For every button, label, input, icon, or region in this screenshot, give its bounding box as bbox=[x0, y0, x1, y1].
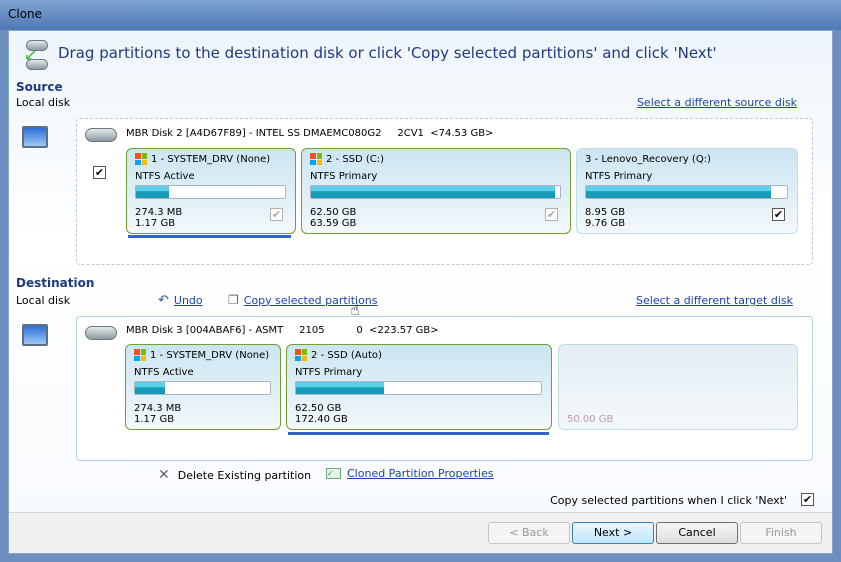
windows-icon bbox=[134, 349, 146, 361]
computer-icon bbox=[22, 126, 48, 148]
source-partition[interactable]: 2 - SSD (C:) NTFS Primary 62.50 GB 63.59 … bbox=[301, 148, 571, 234]
source-partition[interactable]: 1 - SYSTEM_DRV (None) NTFS Active 274.3 … bbox=[126, 148, 296, 234]
source-disk-title: MBR Disk 2 [A4D67F89] - INTEL SS DMAEMC0… bbox=[126, 128, 494, 139]
usage-bar-fill bbox=[296, 382, 385, 394]
partition-checkbox[interactable]: ✔ bbox=[270, 208, 283, 221]
total-size: 1.17 GB bbox=[134, 414, 175, 425]
source-disk-checkbox[interactable]: ✔ bbox=[93, 166, 106, 179]
total-size: 172.40 GB bbox=[295, 414, 348, 425]
delete-existing-partition-button[interactable]: ✕ Delete Existing partition bbox=[158, 467, 311, 483]
windows-icon bbox=[310, 153, 322, 165]
source-partition[interactable]: 3 - Lenovo_Recovery (Q:) NTFS Primary 8.… bbox=[576, 148, 798, 234]
destination-partition[interactable]: 1 - SYSTEM_DRV (None) NTFS Active 274.3 … bbox=[125, 344, 281, 430]
select-source-disk-link[interactable]: Select a different source disk bbox=[637, 96, 797, 109]
title-bar: Clone bbox=[0, 0, 841, 30]
unallocated-size: 50.00 GB bbox=[567, 414, 614, 425]
partition-type: NTFS Active bbox=[134, 367, 194, 378]
used-size: 62.50 GB bbox=[310, 207, 357, 218]
select-target-disk-link[interactable]: Select a different target disk bbox=[636, 294, 793, 307]
undo-label[interactable]: Undo bbox=[174, 294, 203, 307]
source-sublabel: Local disk bbox=[16, 96, 71, 109]
windows-icon bbox=[295, 349, 307, 361]
usage-bar-fill bbox=[586, 186, 771, 198]
used-size: 274.3 MB bbox=[134, 403, 182, 414]
used-size: 62.50 GB bbox=[295, 403, 342, 414]
usage-bar bbox=[585, 185, 788, 199]
partition-type: NTFS Primary bbox=[585, 171, 653, 182]
destination-disk-title: MBR Disk 3 [004ABAF6] - ASMT 2105 0 <223… bbox=[126, 325, 439, 336]
partition-name: 3 - Lenovo_Recovery (Q:) bbox=[585, 153, 711, 165]
copy-on-next-label: Copy selected partitions when I click 'N… bbox=[550, 494, 787, 507]
delete-icon: ✕ bbox=[158, 467, 170, 483]
partition-type: NTFS Primary bbox=[295, 367, 363, 378]
used-size: 274.3 MB bbox=[135, 207, 183, 218]
drop-indicator bbox=[128, 235, 291, 238]
partition-checkbox[interactable]: ✔ bbox=[772, 208, 785, 221]
used-size: 8.95 GB bbox=[585, 207, 626, 218]
usage-bar-fill bbox=[136, 186, 169, 198]
disk-icon bbox=[85, 326, 117, 340]
usage-bar-fill bbox=[311, 186, 556, 198]
undo-button[interactable]: ↶ Undo bbox=[158, 293, 203, 308]
cloned-properties-label[interactable]: Cloned Partition Properties bbox=[347, 467, 494, 480]
drop-indicator bbox=[288, 432, 549, 435]
total-size: 9.76 GB bbox=[585, 218, 626, 229]
computer-icon bbox=[22, 324, 48, 346]
total-size: 63.59 GB bbox=[310, 218, 357, 229]
instruction-text: Drag partitions to the destination disk … bbox=[58, 44, 717, 62]
partition-type: NTFS Primary bbox=[310, 171, 378, 182]
undo-icon: ↶ bbox=[158, 293, 169, 308]
unallocated-space[interactable]: 50.00 GB bbox=[558, 344, 798, 430]
partition-type: NTFS Active bbox=[135, 171, 195, 182]
delete-existing-label: Delete Existing partition bbox=[177, 468, 312, 482]
destination-heading: Destination bbox=[16, 276, 95, 290]
total-size: 1.17 GB bbox=[135, 218, 176, 229]
partition-name: 1 - SYSTEM_DRV (None) bbox=[150, 349, 270, 361]
usage-bar bbox=[295, 381, 542, 395]
partition-checkbox[interactable]: ✔ bbox=[545, 208, 558, 221]
usage-bar bbox=[134, 381, 271, 395]
cloned-partition-properties-button[interactable]: ✓ Cloned Partition Properties bbox=[326, 467, 494, 480]
finish-button[interactable]: Finish bbox=[740, 522, 822, 544]
destination-sublabel: Local disk bbox=[16, 294, 71, 307]
partition-name: 2 - SSD (C:) bbox=[326, 153, 385, 165]
destination-partition[interactable]: 2 - SSD (Auto) NTFS Primary 62.50 GB 172.… bbox=[286, 344, 552, 430]
cancel-button[interactable]: Cancel bbox=[656, 522, 738, 544]
source-heading: Source bbox=[16, 80, 63, 94]
next-button[interactable]: Next > bbox=[572, 522, 654, 544]
disk-icon bbox=[85, 128, 117, 142]
window-title: Clone bbox=[8, 7, 43, 21]
clone-disk-icon: ↙ bbox=[22, 40, 50, 72]
partition-name: 1 - SYSTEM_DRV (None) bbox=[151, 153, 271, 165]
properties-icon: ✓ bbox=[326, 468, 341, 479]
copy-on-next-checkbox[interactable]: ✔ bbox=[801, 493, 814, 506]
back-button[interactable]: < Back bbox=[488, 522, 570, 544]
partition-name: 2 - SSD (Auto) bbox=[311, 349, 382, 361]
windows-icon bbox=[135, 153, 147, 165]
usage-bar bbox=[135, 185, 286, 199]
usage-bar bbox=[310, 185, 561, 199]
copy-icon: ❐ bbox=[228, 293, 239, 307]
usage-bar-fill bbox=[135, 382, 165, 394]
